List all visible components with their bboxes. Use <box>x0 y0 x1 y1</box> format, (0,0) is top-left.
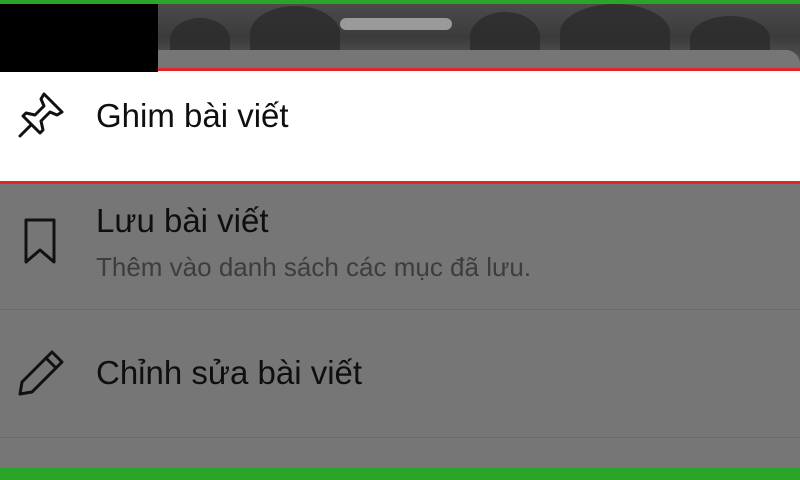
pin-post-label: Ghim bài viết <box>96 97 289 134</box>
menu-item-pin-post[interactable]: Ghim bài viết <box>0 68 800 184</box>
frame-border-bottom <box>0 468 800 480</box>
screenshot-frame: Ghim bài viết Lưu bài viết Thêm vào danh… <box>0 0 800 480</box>
redaction-box <box>0 0 158 72</box>
pushpin-icon <box>14 88 68 142</box>
frame-border-top <box>0 0 800 4</box>
save-post-label: Lưu bài viết <box>96 202 269 239</box>
bookmark-icon <box>14 214 68 268</box>
edit-post-label: Chỉnh sửa bài viết <box>96 354 363 391</box>
menu-item-save-post[interactable]: Lưu bài viết Thêm vào danh sách các mục … <box>0 184 800 310</box>
sheet-drag-handle[interactable] <box>340 18 452 30</box>
save-post-description: Thêm vào danh sách các mục đã lưu. <box>96 252 532 282</box>
pencil-icon <box>14 346 68 400</box>
menu-item-edit-post[interactable]: Chỉnh sửa bài viết <box>0 310 800 438</box>
